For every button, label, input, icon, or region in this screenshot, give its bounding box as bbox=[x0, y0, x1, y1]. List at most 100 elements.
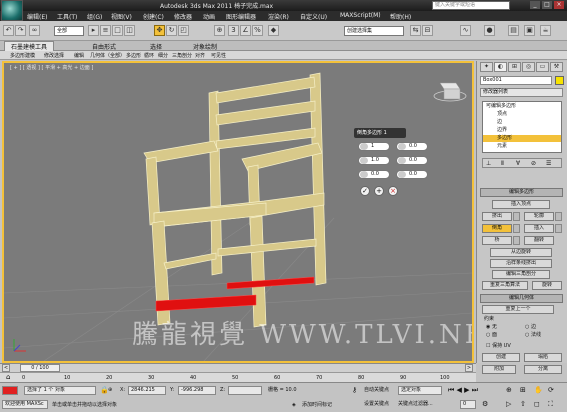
constraint-face-radio[interactable]: ○ 面 bbox=[486, 331, 497, 339]
bevel-caddy[interactable]: 倒角多边形 1 1 0.0 1.0 0.0 0.0 0.0 ✓ + × bbox=[354, 128, 452, 216]
viewcube-icon[interactable] bbox=[433, 82, 467, 102]
region-zoom-icon[interactable]: ◻ bbox=[534, 400, 540, 408]
extrude-along-spline-button[interactable]: 沿样条线挤出 bbox=[490, 259, 552, 268]
edit-triangulation-button[interactable]: 编辑三角剖分 bbox=[492, 270, 550, 279]
maxscript-mini-listener[interactable]: 欢迎使用 MAXSc bbox=[2, 400, 48, 409]
attach-button[interactable]: 附加 bbox=[482, 365, 516, 374]
show-end-result-icon[interactable]: Ⅱ bbox=[501, 160, 504, 167]
stack-item-vertex[interactable]: 顶点 bbox=[497, 111, 507, 118]
display-tab-icon[interactable]: ▭ bbox=[536, 62, 549, 72]
remove-modifier-icon[interactable]: ⊘ bbox=[531, 160, 536, 167]
set-key-button[interactable]: 设置关键点 bbox=[364, 400, 389, 408]
mirror-icon[interactable]: ⇆ bbox=[410, 25, 421, 36]
app-logo-icon[interactable] bbox=[1, 0, 23, 21]
rect-region-icon[interactable]: □ bbox=[112, 25, 123, 36]
menu-views[interactable]: 视图(V) bbox=[111, 12, 132, 21]
panel-polygons[interactable]: 多边形 bbox=[126, 52, 141, 59]
menu-tools[interactable]: 工具(T) bbox=[57, 12, 77, 21]
panel-triangulation[interactable]: 三角剖分 bbox=[172, 52, 192, 59]
track-bar[interactable]: ⌂ 0 10 20 30 40 50 60 70 80 90 100 bbox=[0, 372, 476, 382]
collapse-button[interactable]: 塌陷 bbox=[524, 353, 562, 362]
hinge-from-edge-button[interactable]: 从边旋转 bbox=[490, 248, 552, 257]
y-coordinate-field[interactable]: -996.298 bbox=[178, 386, 216, 395]
make-unique-icon[interactable]: ∀ bbox=[516, 160, 520, 167]
pivot-center-icon[interactable]: ⊕ bbox=[214, 25, 225, 36]
pin-stack-icon[interactable]: ⊥ bbox=[486, 160, 491, 167]
menu-modifiers[interactable]: 修改器 bbox=[174, 12, 192, 21]
utilities-tab-icon[interactable]: ⚒ bbox=[550, 62, 563, 72]
motion-tab-icon[interactable]: ◎ bbox=[522, 62, 535, 72]
add-time-tag[interactable]: 添加时间标记 bbox=[302, 401, 332, 409]
caddy-field-segments[interactable]: 0.0 bbox=[396, 170, 428, 179]
panel-polygon-modeling[interactable]: 多边形建模 bbox=[10, 52, 35, 59]
curve-editor-icon[interactable]: ∿ bbox=[460, 25, 471, 36]
key-icon[interactable]: ⚷ bbox=[352, 386, 357, 394]
panel-modify-selection[interactable]: 修改选择 bbox=[44, 52, 64, 59]
link-icon[interactable]: ∞ bbox=[29, 25, 40, 36]
menu-rendering[interactable]: 渲染(R) bbox=[268, 12, 289, 21]
selection-filter-select[interactable]: 全部 bbox=[54, 26, 84, 36]
key-mode-icon[interactable]: ⌂ bbox=[6, 373, 10, 381]
bevel-settings-icon[interactable] bbox=[513, 224, 520, 233]
maximize-button[interactable]: □ bbox=[542, 1, 552, 9]
select-by-name-icon[interactable]: ≡ bbox=[100, 25, 111, 36]
search-input[interactable]: 键入关键字或短语 bbox=[432, 1, 510, 10]
rollout-edit-geometry[interactable]: 编辑几何体 bbox=[480, 294, 563, 303]
caddy-field-outline-amount[interactable]: 0.0 bbox=[396, 156, 428, 165]
outline-button[interactable]: 轮廓 bbox=[524, 212, 554, 221]
menu-help[interactable]: 帮助(H) bbox=[390, 12, 411, 21]
stack-item-polygon[interactable]: 多边形 bbox=[483, 135, 561, 142]
extrude-button[interactable]: 挤出 bbox=[482, 212, 512, 221]
zoom-extents-icon[interactable]: ⊞ bbox=[520, 386, 526, 394]
turn-button[interactable]: 旋转 bbox=[532, 281, 562, 290]
material-editor-icon[interactable]: ● bbox=[484, 25, 495, 36]
selected-object-select[interactable]: 选定对象 bbox=[398, 386, 442, 395]
constraint-none-radio[interactable]: ◉ 无 bbox=[486, 323, 497, 331]
caddy-field-tension[interactable]: 0.0 bbox=[358, 170, 390, 179]
caddy-ok-icon[interactable]: ✓ bbox=[360, 186, 370, 196]
orbit-icon[interactable]: ⟳ bbox=[548, 386, 554, 394]
walkthrough-icon[interactable]: ⇧ bbox=[520, 400, 526, 408]
render-setup-icon[interactable]: ▤ bbox=[508, 25, 519, 36]
panel-visibility[interactable]: 可见性 bbox=[211, 52, 226, 59]
angle-snap-icon[interactable]: ∠ bbox=[240, 25, 251, 36]
x-coordinate-field[interactable]: 2846.215 bbox=[128, 386, 166, 395]
render-frame-icon[interactable]: ▣ bbox=[524, 25, 535, 36]
outline-settings-icon[interactable] bbox=[555, 212, 562, 221]
tab-object-paint[interactable]: 对象绘制 bbox=[193, 42, 217, 51]
create-tab-icon[interactable]: ✦ bbox=[480, 62, 493, 72]
stack-item-editable-poly[interactable]: 可编辑多边形 bbox=[486, 103, 516, 110]
named-selection-set-select[interactable]: 创建选择集 bbox=[344, 26, 404, 36]
maxscript-listener-icon[interactable] bbox=[2, 386, 18, 395]
flip-button[interactable]: 翻转 bbox=[524, 236, 554, 245]
slider-next-icon[interactable]: > bbox=[465, 364, 473, 372]
menu-create[interactable]: 创建(C) bbox=[143, 12, 164, 21]
menu-customize[interactable]: 自定义(U) bbox=[300, 12, 327, 21]
auto-key-button[interactable]: 自动关键点 bbox=[364, 386, 389, 394]
constraint-normal-radio[interactable]: ○ 法线 bbox=[525, 331, 541, 339]
fov-icon[interactable]: ▷ bbox=[506, 400, 511, 408]
close-button[interactable]: × bbox=[554, 1, 564, 9]
select-rotate-icon[interactable]: ↻ bbox=[166, 25, 177, 36]
pan-icon[interactable]: ✋ bbox=[534, 386, 543, 394]
bridge-settings-icon[interactable] bbox=[513, 236, 520, 245]
menu-edit[interactable]: 编辑(E) bbox=[27, 12, 47, 21]
caddy-field-height[interactable]: 0.0 bbox=[396, 142, 428, 151]
bridge-button[interactable]: 桥 bbox=[482, 236, 512, 245]
modifier-list-select[interactable]: 修改器列表 bbox=[480, 88, 563, 97]
menu-group[interactable]: 组(G) bbox=[87, 12, 102, 21]
minimize-button[interactable]: _ bbox=[530, 1, 540, 9]
selected-polygons[interactable] bbox=[155, 276, 315, 312]
modify-tab-icon[interactable]: ◐ bbox=[494, 62, 507, 72]
caddy-apply-icon[interactable]: + bbox=[374, 186, 384, 196]
panel-loops[interactable]: 循环 bbox=[144, 52, 154, 59]
align-icon[interactable]: ⊟ bbox=[422, 25, 433, 36]
snap-toggle-icon[interactable]: 3 bbox=[228, 25, 239, 36]
stack-item-edge[interactable]: 边 bbox=[497, 119, 502, 126]
absolute-mode-icon[interactable]: ⊕ bbox=[108, 386, 112, 394]
constraint-edge-radio[interactable]: ○ 边 bbox=[525, 323, 536, 331]
menu-maxscript[interactable]: MAXScript(M) bbox=[340, 12, 381, 19]
percent-snap-icon[interactable]: % bbox=[252, 25, 263, 36]
caddy-cancel-icon[interactable]: × bbox=[388, 186, 398, 196]
spinner-snap-icon[interactable]: ◆ bbox=[268, 25, 279, 36]
